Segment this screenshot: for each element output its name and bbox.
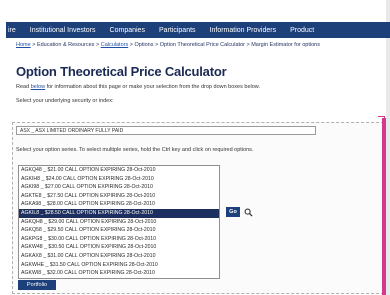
option-row[interactable]: AGKQH8 _ $29.00 CALL OPTION EXPIRING 28-…: [19, 218, 219, 227]
option-row[interactable]: AGKW48 _ $30.50 CALL OPTION EXPIRING 28-…: [19, 243, 219, 252]
security-select[interactable]: ASX _ ASX LIMITED ORDINARY FULLY PAID: [16, 126, 316, 135]
breadcrumb-calculators-link[interactable]: Calculators: [101, 42, 129, 48]
intro-suffix: for information about this page or make …: [45, 84, 260, 90]
nav-item-companies[interactable]: Companies: [110, 27, 145, 34]
page-title: Option Theoretical Price Calculator: [16, 64, 227, 79]
portfolio-button[interactable]: Portfolio: [18, 280, 56, 290]
option-row[interactable]: AGKI98 _ $27.00 CALL OPTION EXPIRING 28-…: [19, 183, 219, 192]
breadcrumb-education[interactable]: Education & Resources: [37, 42, 94, 48]
option-row[interactable]: AGKQ48 _ $21.00 CALL OPTION EXPIRING 28-…: [19, 166, 219, 175]
option-row-selected[interactable]: AGKIL8 _ $28.50 CALL OPTION EXPIRING 28-…: [19, 208, 219, 218]
select-security-label: Select your underlying security or index…: [16, 98, 114, 104]
breadcrumb: Home > Education & Resources > Calculato…: [16, 42, 386, 49]
go-button[interactable]: Go: [226, 207, 240, 217]
select-options-label: Select your option series. To select mul…: [16, 147, 254, 153]
breadcrumb-home-link[interactable]: Home: [16, 42, 31, 48]
breadcrumb-current: Options > Option Theoretical Price Calcu…: [134, 42, 320, 48]
intro-prefix: Read: [16, 84, 31, 90]
nav-item-participants[interactable]: Participants: [159, 27, 196, 34]
option-row[interactable]: AGKTE8 _ $27.50 CALL OPTION EXPIRING 28-…: [19, 192, 219, 201]
top-navigation: ire Institutional Investors Companies Pa…: [6, 22, 390, 38]
intro-text: Read below for information about this pa…: [16, 84, 386, 90]
nav-item-ire[interactable]: ire: [8, 27, 16, 34]
accent-bar: [382, 118, 386, 295]
magnifier-icon[interactable]: [244, 208, 253, 217]
option-row[interactable]: AGKWI8 _ $32.00 CALL OPTION EXPIRING 28-…: [19, 269, 219, 278]
nav-item-institutional-investors[interactable]: Institutional Investors: [30, 27, 96, 34]
option-row[interactable]: AGKQ58 _ $29.50 CALL OPTION EXPIRING 28-…: [19, 226, 219, 235]
page: ire Institutional Investors Companies Pa…: [0, 0, 390, 295]
nav-item-product[interactable]: Product: [290, 27, 314, 34]
nav-item-information-providers[interactable]: Information Providers: [210, 27, 277, 34]
option-row[interactable]: AGKA98 _ $28.00 CALL OPTION EXPIRING 28-…: [19, 200, 219, 209]
option-row[interactable]: AGKAX8 _ $31.00 CALL OPTION EXPIRING 28-…: [19, 252, 219, 261]
option-row[interactable]: AGKPG8 _ $30.00 CALL OPTION EXPIRING 28-…: [19, 235, 219, 244]
intro-below-link[interactable]: below: [31, 84, 45, 90]
option-row[interactable]: AGKIH8 _ $24.00 CALL OPTION EXPIRING 28-…: [19, 175, 219, 184]
option-row[interactable]: AGKWHE _ $31.50 CALL OPTION EXPIRING 28-…: [19, 261, 219, 270]
option-series-listbox[interactable]: AGKQ48 _ $21.00 CALL OPTION EXPIRING 28-…: [18, 165, 220, 279]
